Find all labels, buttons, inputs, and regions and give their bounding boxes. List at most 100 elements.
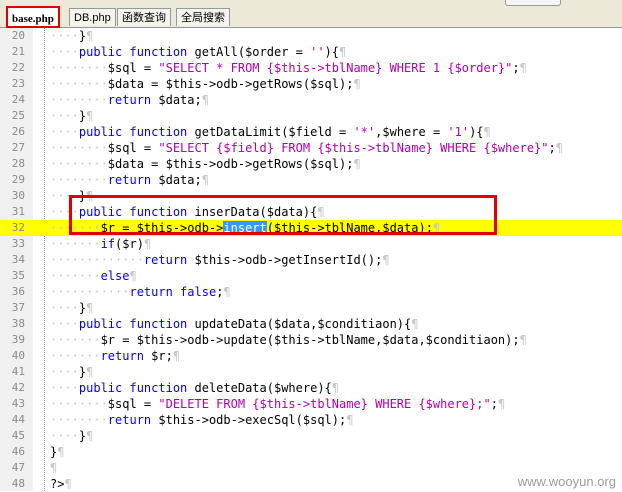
- code-token: ········: [50, 157, 108, 171]
- code-line[interactable]: 34 ·············return $this->odb->getIns…: [0, 252, 622, 268]
- tab-function-query[interactable]: 函数查询: [117, 8, 171, 26]
- code-token: return false: [129, 285, 217, 299]
- code-line[interactable]: 36 ···········return false;¶: [0, 284, 622, 300]
- code-token: ····: [50, 29, 79, 43]
- line-number: 21: [11, 45, 25, 58]
- code-token: $data;: [158, 173, 202, 187]
- code-token: ····: [50, 317, 79, 331]
- code-text: ········$sql = "DELETE FROM {$this->tblN…: [50, 396, 505, 412]
- code-line[interactable]: 42 ····public function deleteData($where)…: [0, 380, 622, 396]
- line-number: 27: [11, 141, 25, 154]
- line-number: 47: [11, 461, 25, 474]
- code-token: ···········: [50, 285, 130, 299]
- code-line[interactable]: 24 ········return $data;¶: [0, 92, 622, 108]
- line-number: 38: [11, 317, 25, 330]
- code-line[interactable]: 35 ·······else¶: [0, 268, 622, 284]
- code-token: ·······: [50, 349, 101, 363]
- line-number: 28: [11, 157, 25, 170]
- code-token: else: [100, 269, 130, 283]
- code-text: ?>¶: [50, 476, 72, 492]
- code-line[interactable]: 44 ········return $this->odb->execSql($sq…: [0, 412, 622, 428]
- code-text: ···········return false;¶: [50, 284, 231, 300]
- code-line[interactable]: 20 ····}¶: [0, 28, 622, 44]
- pilcrow-mark: ¶: [519, 333, 527, 347]
- tab-global-search[interactable]: 全局搜索: [176, 8, 230, 26]
- code-line[interactable]: 26 ····public function getDataLimit($fiel…: [0, 124, 622, 140]
- code-text: ·······return $r;¶: [50, 348, 180, 364]
- code-token: ;: [548, 141, 556, 155]
- pilcrow-mark: ¶: [143, 237, 152, 251]
- line-number: 43: [11, 397, 25, 410]
- code-token: ····: [50, 125, 79, 139]
- code-line[interactable]: 45 ····}¶: [0, 428, 622, 444]
- code-token: $sql =: [107, 397, 159, 411]
- highlight-annotation-box: [69, 195, 497, 235]
- code-line[interactable]: 29 ········return $data;¶: [0, 172, 622, 188]
- code-line[interactable]: 38 ····public function updateData($data,$…: [0, 316, 622, 332]
- code-token: $this->odb->execSql($sql);: [158, 413, 347, 427]
- code-text: ····public function getAll($order = ''){…: [50, 44, 346, 60]
- line-number: 22: [11, 61, 25, 74]
- code-token: deleteData($where){: [194, 381, 332, 395]
- code-line[interactable]: 22 ········$sql = "SELECT * FROM {$this->…: [0, 60, 622, 76]
- line-number: 32: [11, 221, 25, 234]
- code-token: ········: [50, 61, 108, 75]
- line-number: 20: [11, 29, 25, 42]
- code-text: ····public function updateData($data,$co…: [50, 316, 418, 332]
- code-text: }¶: [50, 444, 64, 460]
- line-number: 40: [11, 349, 25, 362]
- line-number: 31: [11, 205, 25, 218]
- code-token: "DELETE FROM {$this->tblName} WHERE {$wh…: [158, 397, 491, 411]
- code-token: "SELECT {$field} FROM {$this->tblName} W…: [158, 141, 549, 155]
- code-line[interactable]: 28 ········$data = $this->odb->getRows($s…: [0, 156, 622, 172]
- code-token: '1': [447, 125, 470, 139]
- line-number: 39: [11, 333, 25, 346]
- code-token: ····: [50, 45, 79, 59]
- code-line[interactable]: 21 ····public function getAll($order = ''…: [0, 44, 622, 60]
- code-line[interactable]: 40 ·······return $r;¶: [0, 348, 622, 364]
- tab-label: DB.php: [74, 12, 111, 24]
- line-number: 41: [11, 365, 25, 378]
- code-text: ········$sql = "SELECT {$field} FROM {$t…: [50, 140, 563, 156]
- pilcrow-mark: ¶: [353, 157, 361, 171]
- code-token: $this->odb->getInsertId();: [194, 253, 383, 267]
- tab-base-php[interactable]: base.php: [6, 6, 60, 28]
- code-line[interactable]: 43 ········$sql = "DELETE FROM {$this->tb…: [0, 396, 622, 412]
- code-token: ········: [50, 77, 108, 91]
- code-text: ·······$r = $this->odb->update($this->tb…: [50, 332, 527, 348]
- pilcrow-mark: ¶: [172, 349, 181, 363]
- code-token: public function: [78, 381, 195, 395]
- code-text: ¶: [50, 460, 57, 476]
- code-token: ){: [324, 45, 339, 59]
- code-token: $r = $this->odb->update($this->tblName,$…: [100, 333, 520, 347]
- code-line[interactable]: 27 ········$sql = "SELECT {$field} FROM {…: [0, 140, 622, 156]
- line-number: 48: [11, 477, 25, 490]
- pilcrow-mark: ¶: [86, 365, 94, 379]
- code-token: ·······: [50, 269, 101, 283]
- line-number: 30: [11, 189, 25, 202]
- code-token: return: [100, 349, 152, 363]
- code-editor[interactable]: 20 ····}¶ 21 ····public function getAll($or…: [0, 28, 622, 491]
- code-token: ····: [50, 429, 79, 443]
- code-line[interactable]: 25 ····}¶: [0, 108, 622, 124]
- code-line[interactable]: 33 ·······if($r)¶: [0, 236, 622, 252]
- tab-label: base.php: [12, 13, 54, 25]
- code-token: ····: [50, 365, 79, 379]
- code-line[interactable]: 37 ····}¶: [0, 300, 622, 316]
- code-token: $r;: [151, 349, 173, 363]
- code-text: ········$data = $this->odb->getRows($sql…: [50, 156, 361, 172]
- code-line[interactable]: 41 ····}¶: [0, 364, 622, 380]
- top-button[interactable]: [505, 0, 561, 6]
- tab-db-php[interactable]: DB.php: [69, 8, 116, 26]
- code-line[interactable]: 46}¶: [0, 444, 622, 460]
- code-token: $data = $this->odb->getRows($sql);: [107, 157, 354, 171]
- pilcrow-mark: ¶: [86, 29, 94, 43]
- code-text: ········return $data;¶: [50, 172, 209, 188]
- pilcrow-mark: ¶: [331, 381, 340, 395]
- code-token: ·············: [50, 253, 144, 267]
- code-text: ····}¶: [50, 28, 93, 44]
- code-line[interactable]: 23 ········$data = $this->odb->getRows($s…: [0, 76, 622, 92]
- code-token: public function: [78, 45, 195, 59]
- pilcrow-mark: ¶: [497, 397, 506, 411]
- code-line[interactable]: 39 ·······$r = $this->odb->update($this->…: [0, 332, 622, 348]
